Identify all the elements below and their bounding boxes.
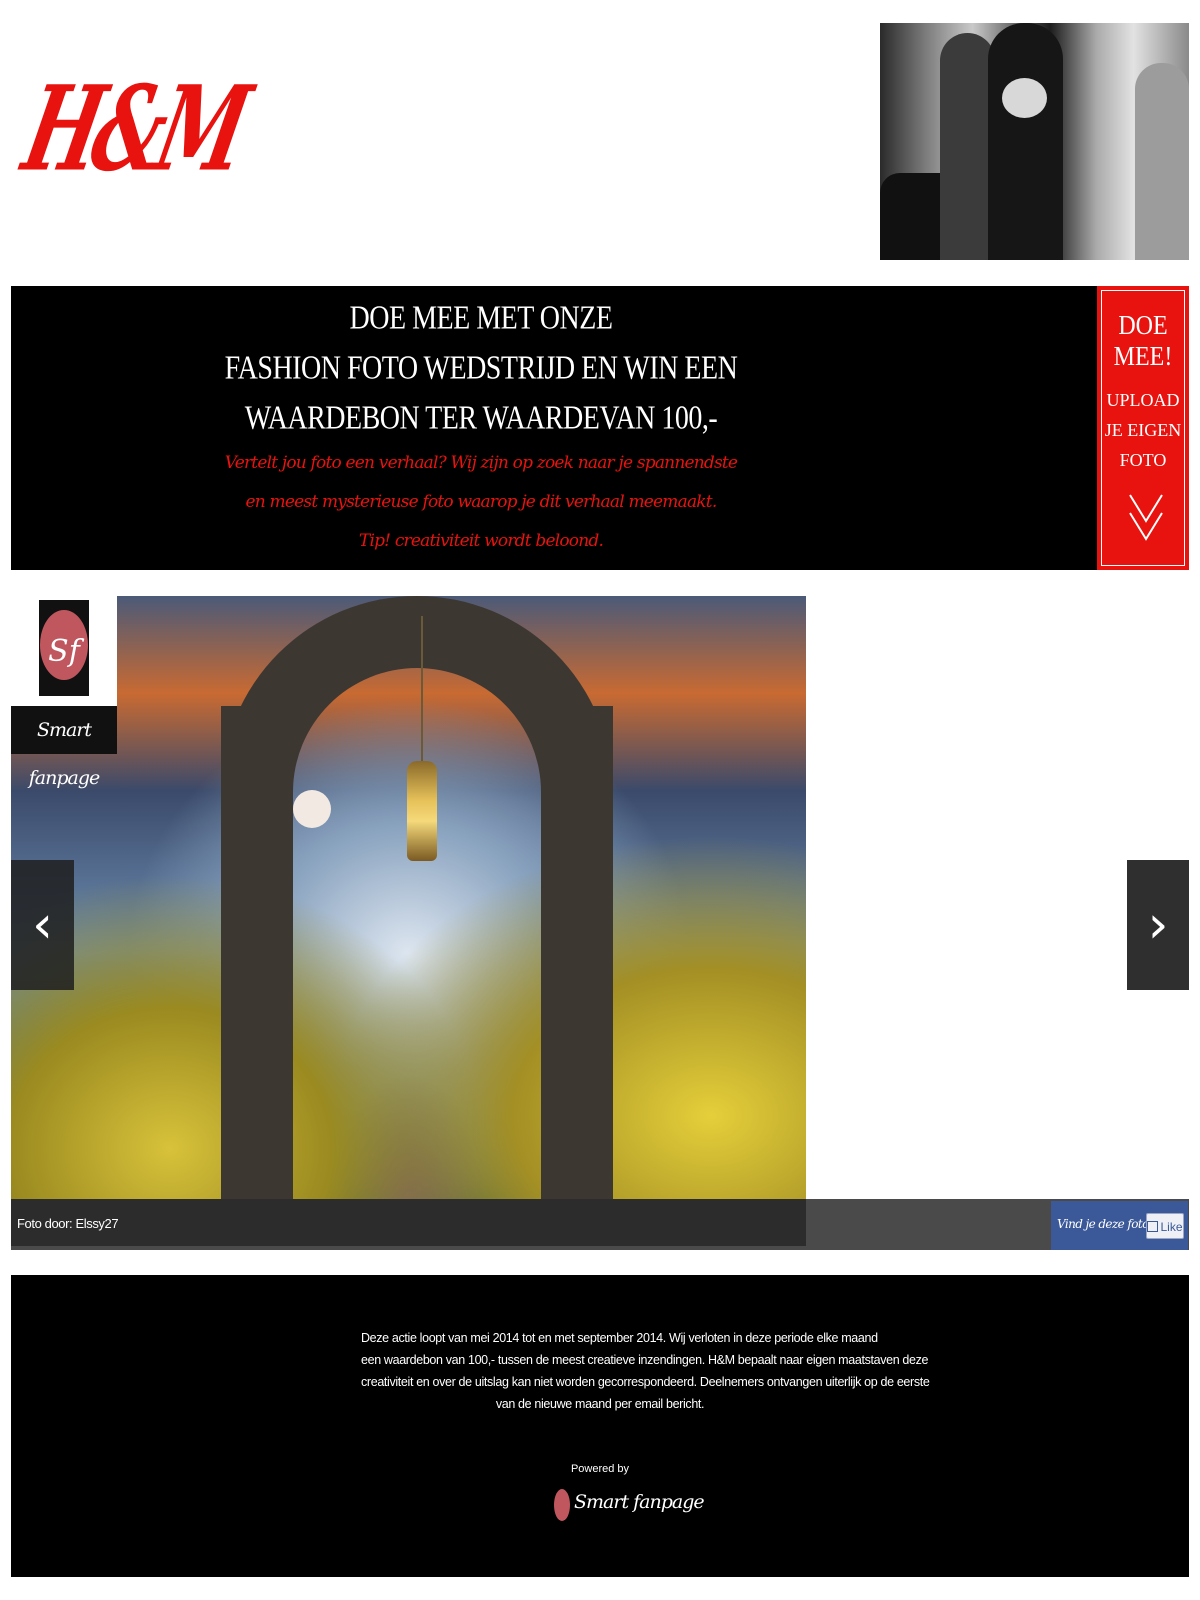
logo-text: H&M bbox=[13, 61, 255, 199]
terms-line: creativiteit en over de uitslag kan niet… bbox=[361, 1375, 930, 1389]
gallery-photo[interactable] bbox=[11, 596, 806, 1246]
gallery-prev-button[interactable]: ‹ bbox=[11, 860, 74, 990]
like-label: Like bbox=[1160, 1220, 1183, 1234]
smart-fanpage-label: Smart fanpage bbox=[11, 706, 117, 789]
caption-overlay bbox=[11, 1199, 806, 1246]
upload-cta-button[interactable]: DOE MEE! UPLOAD JE EIGEN FOTO bbox=[1097, 286, 1189, 570]
banner-heading: DOE MEE MET ONZE FASHION FOTO WEDSTRIJD … bbox=[11, 286, 951, 444]
photo-person-shape bbox=[988, 23, 1063, 260]
contest-banner: DOE MEE MET ONZE FASHION FOTO WEDSTRIJD … bbox=[11, 286, 1189, 570]
hm-logo[interactable]: H&M bbox=[13, 62, 254, 199]
cta-subtitle: UPLOAD JE EIGEN FOTO bbox=[1104, 390, 1182, 470]
photo-lantern-chain bbox=[421, 616, 423, 766]
banner-text: DOE MEE MET ONZE FASHION FOTO WEDSTRIJD … bbox=[11, 286, 951, 561]
photo-credit: Foto door: Elssy27 bbox=[17, 1216, 119, 1231]
terms-line: van de nieuwe maand per email bericht. bbox=[495, 1397, 705, 1411]
banner-tagline-line: en meest mysterieuse foto waarop je dit … bbox=[245, 492, 718, 512]
footer: Deze actie loopt van mei 2014 tot en met… bbox=[11, 1275, 1189, 1577]
terms-text: Deze actie loopt van mei 2014 tot en met… bbox=[361, 1327, 930, 1415]
smart-fanpage-footer-text: Smart fanpage bbox=[574, 1491, 705, 1513]
smart-fanpage-icon bbox=[554, 1489, 570, 1521]
smart-fanpage-footer-link[interactable]: Smart fanpage bbox=[554, 1487, 705, 1523]
double-chevron-down-icon bbox=[1129, 494, 1163, 541]
banner-heading-line: WAARDEBON TER WAARDEVAN 100,- bbox=[244, 399, 718, 437]
banner-tagline-line: Tip! creativiteit wordt beloond. bbox=[358, 531, 604, 551]
cta-border: DOE MEE! UPLOAD JE EIGEN FOTO bbox=[1101, 290, 1185, 566]
like-button[interactable]: Like bbox=[1146, 1213, 1184, 1239]
photo-lantern bbox=[407, 761, 437, 861]
powered-by-label: Powered by bbox=[570, 1463, 630, 1475]
photo-face-shape bbox=[1002, 78, 1047, 118]
photo-person-shape bbox=[1135, 63, 1189, 260]
terms-line: Deze actie loopt van mei 2014 tot en met… bbox=[361, 1331, 878, 1345]
cta-title: DOE MEE! bbox=[1113, 310, 1173, 372]
chevron-right-icon: › bbox=[1147, 895, 1169, 955]
banner-tagline-line: Vertelt jou foto een verhaal? Wij zijn o… bbox=[224, 453, 738, 473]
photo-arch-pillar bbox=[541, 706, 613, 1246]
photo-person-shape bbox=[940, 33, 995, 260]
smart-fanpage-badge: Sf Smart fanpage bbox=[11, 596, 117, 789]
header-photo bbox=[880, 23, 1189, 260]
smart-fanpage-logo-icon: Sf bbox=[39, 600, 89, 696]
photo-sun bbox=[293, 790, 331, 828]
logo-letter: Sf bbox=[48, 634, 80, 669]
like-widget: Vind je deze foto leuk? Like bbox=[1051, 1201, 1188, 1250]
terms-line: een waardebon van 100,- tussen de meest … bbox=[361, 1353, 929, 1367]
photo-arch-pillar bbox=[221, 706, 293, 1246]
thumbs-up-icon bbox=[1147, 1221, 1159, 1232]
logo-circle: Sf bbox=[40, 610, 88, 680]
gallery-next-button[interactable]: › bbox=[1127, 860, 1189, 990]
chevron-left-icon: ‹ bbox=[32, 895, 53, 955]
